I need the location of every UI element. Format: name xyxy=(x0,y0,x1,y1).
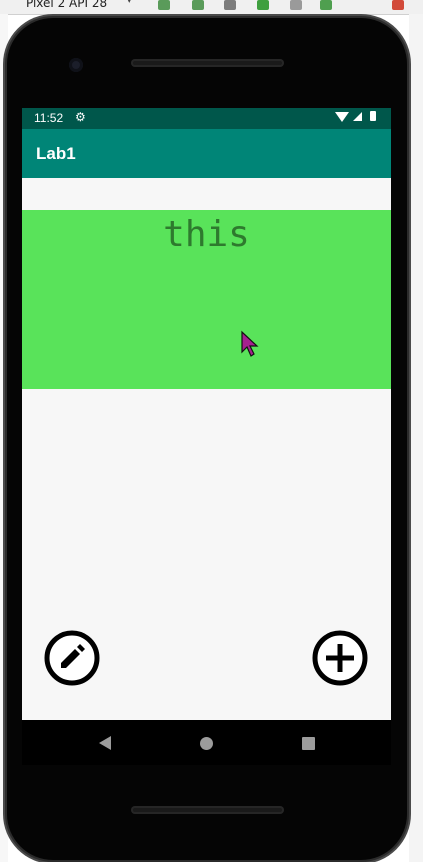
apply-code-changes-icon[interactable] xyxy=(192,0,204,10)
navigation-bar xyxy=(22,720,391,765)
wifi-icon xyxy=(335,112,349,122)
coverage-icon[interactable] xyxy=(320,0,332,10)
phone-frame: 11:52 ⚙ Lab1 this xyxy=(7,18,407,860)
stop-icon[interactable] xyxy=(392,0,404,10)
status-bar: 11:52 ⚙ xyxy=(22,108,391,129)
attach-icon[interactable] xyxy=(290,0,302,10)
chevron-down-icon[interactable]: ▾ xyxy=(127,0,132,6)
ide-toolbar: Pixel 2 API 28 ▾ xyxy=(0,0,423,15)
mouse-cursor-icon xyxy=(241,330,259,357)
device-selector[interactable]: Pixel 2 API 28 xyxy=(26,0,107,10)
apply-changes-icon[interactable] xyxy=(158,0,170,10)
front-camera xyxy=(69,58,83,72)
status-time: 11:52 xyxy=(34,111,64,125)
gear-icon: ⚙ xyxy=(75,110,86,124)
app-title: Lab1 xyxy=(36,144,76,163)
phone-screen: 11:52 ⚙ Lab1 this xyxy=(22,108,391,720)
ide-right-gutter xyxy=(409,14,423,862)
back-icon[interactable] xyxy=(99,736,111,750)
add-button[interactable] xyxy=(312,630,368,686)
content-text: this xyxy=(163,214,250,255)
profiler-icon[interactable] xyxy=(224,0,236,10)
content-panel[interactable]: this xyxy=(22,210,391,389)
app-bar: Lab1 xyxy=(22,129,391,178)
top-speaker xyxy=(131,59,284,67)
bottom-speaker xyxy=(131,806,284,814)
home-icon[interactable] xyxy=(200,737,213,750)
signal-icon xyxy=(353,112,362,121)
battery-icon xyxy=(370,111,376,121)
edit-button[interactable] xyxy=(44,630,100,686)
recents-icon[interactable] xyxy=(302,737,315,750)
debug-icon[interactable] xyxy=(257,0,269,10)
